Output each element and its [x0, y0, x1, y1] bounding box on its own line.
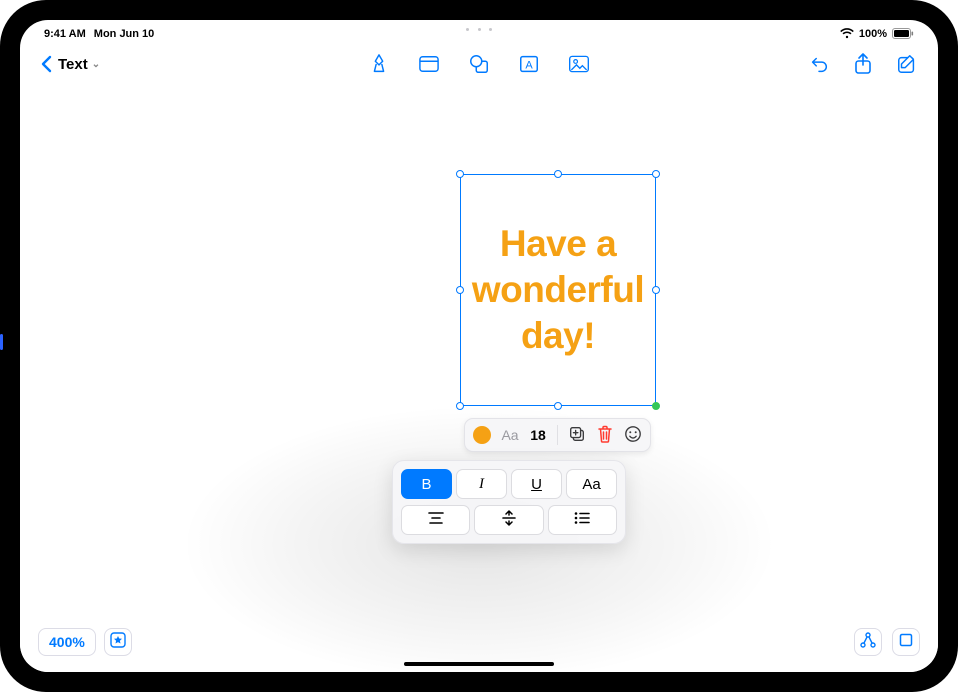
freeform-canvas[interactable]: Have a wonderful day! Aa 18: [20, 84, 938, 672]
compose-icon[interactable]: [896, 53, 918, 75]
screen: 9:41 AM Mon Jun 10 100% Text: [20, 20, 938, 672]
align-vertical-button[interactable]: [474, 505, 543, 535]
scene-graph-button[interactable]: [854, 628, 882, 656]
undo-icon[interactable]: [808, 53, 830, 75]
resize-handle-bottom-right[interactable]: [652, 402, 660, 410]
pen-tool-icon[interactable]: [368, 53, 390, 75]
resize-handle-mid-right[interactable]: [652, 286, 660, 294]
status-bar: 9:41 AM Mon Jun 10 100%: [20, 20, 938, 42]
sticky-note-icon[interactable]: [418, 53, 440, 75]
trash-icon: [597, 425, 613, 446]
underline-button[interactable]: U: [511, 469, 562, 499]
document-title-button[interactable]: Text ⌄: [58, 56, 100, 73]
image-icon[interactable]: [568, 53, 590, 75]
duplicate-button[interactable]: [568, 425, 586, 446]
text-box-icon[interactable]: A: [518, 53, 540, 75]
resize-handle-mid-left[interactable]: [456, 286, 464, 294]
resize-handle-top-mid[interactable]: [554, 170, 562, 178]
resize-handle-bottom-mid[interactable]: [554, 402, 562, 410]
align-horizontal-button[interactable]: [401, 505, 470, 535]
align-middle-icon: [501, 510, 517, 530]
graph-icon: [859, 632, 877, 653]
battery-percent: 100%: [859, 28, 887, 40]
bottom-left-controls: 400%: [38, 628, 132, 656]
star-box-icon: [110, 632, 126, 653]
side-indicator: [0, 334, 3, 350]
more-reactions-button[interactable]: [624, 425, 642, 446]
resize-handle-bottom-left[interactable]: [456, 402, 464, 410]
text-case-button[interactable]: Aa: [566, 469, 617, 499]
align-center-icon: [427, 511, 445, 529]
text-format-panel: B I U Aa: [392, 460, 626, 544]
text-quick-popover: Aa 18: [464, 418, 651, 452]
frame-button[interactable]: [892, 628, 920, 656]
battery-icon: [892, 28, 914, 39]
list-button[interactable]: [548, 505, 617, 535]
main-toolbar: Text ⌄ A: [20, 46, 938, 82]
svg-text:A: A: [525, 60, 533, 72]
bullet-list-icon: [573, 511, 591, 529]
duplicate-icon: [568, 425, 586, 446]
chevron-left-icon: [40, 55, 52, 73]
share-icon[interactable]: [852, 53, 874, 75]
text-box-content[interactable]: Have a wonderful day!: [461, 221, 655, 360]
zoom-level-button[interactable]: 400%: [38, 628, 96, 656]
home-indicator[interactable]: [404, 662, 554, 666]
font-size-button[interactable]: 18: [529, 427, 547, 443]
wifi-icon: [840, 28, 854, 39]
resize-handle-top-right[interactable]: [652, 170, 660, 178]
status-date: Mon Jun 10: [94, 28, 155, 40]
smiley-icon: [624, 425, 642, 446]
popover-divider: [557, 425, 558, 445]
italic-button[interactable]: I: [456, 469, 507, 499]
status-time: 9:41 AM: [44, 28, 86, 40]
chevron-down-icon: ⌄: [92, 59, 100, 70]
bottom-right-controls: [854, 628, 920, 656]
shapes-icon[interactable]: [468, 53, 490, 75]
square-icon: [899, 633, 913, 652]
bold-button[interactable]: B: [401, 469, 452, 499]
selected-text-box[interactable]: Have a wonderful day!: [460, 174, 656, 406]
font-button[interactable]: Aa: [501, 427, 519, 443]
color-swatch-icon: [473, 426, 491, 444]
resize-handle-top-left[interactable]: [456, 170, 464, 178]
back-button[interactable]: Text ⌄: [40, 55, 100, 73]
document-title: Text: [58, 56, 88, 73]
navigator-button[interactable]: [104, 628, 132, 656]
ipad-device-frame: 9:41 AM Mon Jun 10 100% Text: [0, 0, 958, 692]
delete-button[interactable]: [596, 425, 614, 446]
text-color-button[interactable]: [473, 426, 491, 444]
text-box-frame[interactable]: Have a wonderful day!: [460, 174, 656, 406]
